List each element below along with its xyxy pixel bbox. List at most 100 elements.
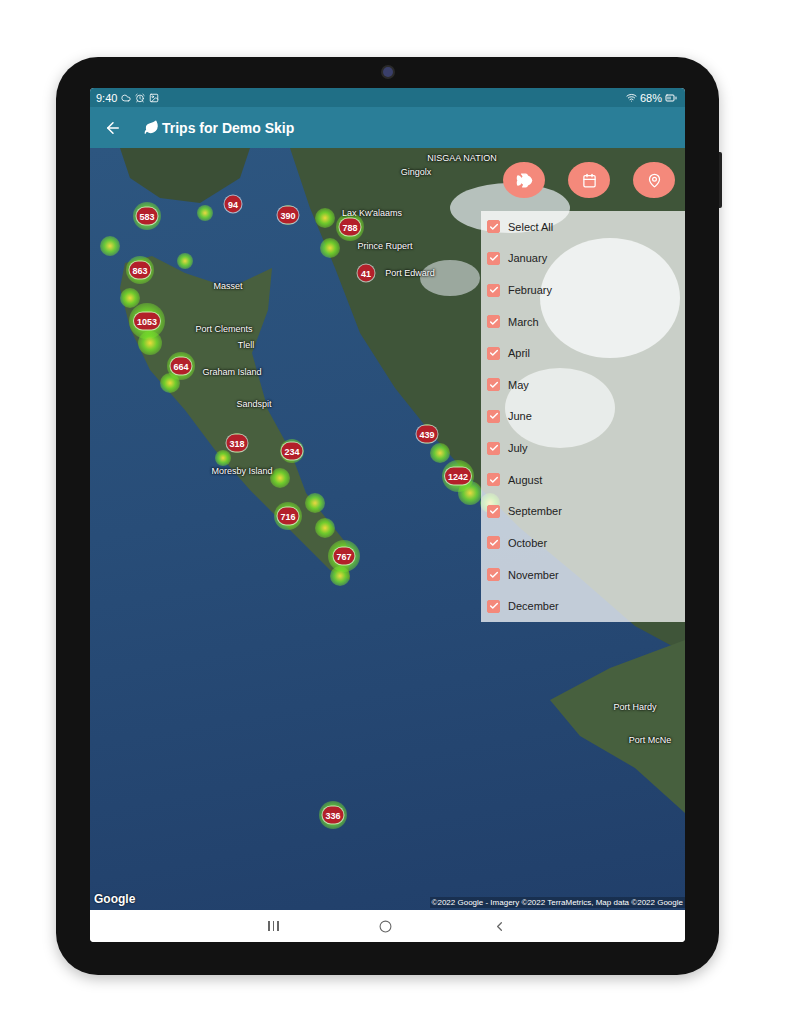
check-icon — [489, 222, 499, 232]
month-label: March — [508, 316, 539, 328]
map-attribution: ©2022 Google - Imagery ©2022 TerraMetric… — [430, 897, 685, 908]
status-bar: 9:4068% — [90, 88, 685, 107]
month-filter-row[interactable]: November — [481, 559, 685, 591]
checkbox[interactable] — [487, 315, 500, 328]
cluster-pin[interactable]: 41 — [358, 265, 375, 282]
place-label: Port Edward — [385, 268, 435, 278]
cluster-pin[interactable]: 767 — [333, 548, 354, 565]
check-icon — [489, 475, 499, 485]
back-icon[interactable] — [492, 919, 507, 934]
cluster-pin[interactable]: 788 — [339, 219, 360, 236]
cluster-pin[interactable]: 583 — [136, 208, 157, 225]
status-right: 68% — [626, 92, 677, 104]
home-icon[interactable] — [379, 920, 392, 933]
month-filter-row[interactable]: April — [481, 337, 685, 369]
checkbox[interactable] — [487, 284, 500, 297]
checkbox[interactable] — [487, 252, 500, 265]
check-icon — [489, 570, 499, 580]
month-filter-row[interactable]: July — [481, 432, 685, 464]
google-logo: Google — [94, 892, 135, 906]
month-filter-panel: Select All JanuaryFebruary March April May Ju… — [481, 211, 685, 622]
place-label: Moresby Island — [211, 466, 272, 476]
month-filter-row[interactable]: Select All — [481, 211, 685, 243]
month-label: December — [508, 600, 559, 612]
location-pin-icon — [647, 173, 662, 188]
checkbox[interactable] — [487, 505, 500, 518]
image-icon — [149, 93, 159, 103]
cluster-pin[interactable]: 863 — [129, 262, 150, 279]
cluster-pin[interactable]: 1242 — [445, 468, 471, 485]
month-filter-row[interactable]: October — [481, 527, 685, 559]
place-label: Graham Island — [202, 367, 261, 377]
action-buttons — [503, 162, 675, 198]
checkbox[interactable] — [487, 568, 500, 581]
month-label: May — [508, 379, 529, 391]
location-filter-button[interactable] — [633, 162, 675, 198]
checkbox[interactable] — [487, 442, 500, 455]
haida-gwaii — [120, 256, 350, 580]
back-arrow-icon[interactable] — [104, 119, 122, 137]
leaf-icon — [144, 120, 159, 135]
cluster-pin[interactable]: 390 — [277, 207, 298, 224]
title-group: Trips for Demo Skip — [144, 120, 294, 136]
heat-spot — [270, 468, 290, 488]
tablet-frame: 9:4068% Trips for Demo Skip NISGAA NATIONG… — [56, 57, 719, 975]
map[interactable]: NISGAA NATIONGingolxLax Kw'alaamsPrince … — [90, 148, 685, 910]
month-filter-row[interactable]: May — [481, 369, 685, 401]
cloud-icon — [121, 93, 131, 103]
heat-spot — [100, 236, 120, 256]
place-label: Port Clements — [195, 324, 252, 334]
checkbox[interactable] — [487, 220, 500, 233]
place-label: Port Hardy — [613, 702, 656, 712]
heat-spot — [197, 205, 213, 221]
cluster-pin[interactable]: 336 — [322, 807, 343, 824]
check-icon — [489, 411, 499, 421]
month-label: August — [508, 474, 542, 486]
checkbox[interactable] — [487, 378, 500, 391]
cluster-pin[interactable]: 664 — [170, 358, 191, 375]
checkbox[interactable] — [487, 410, 500, 423]
heat-spot — [138, 331, 162, 355]
month-filter-row[interactable]: March — [481, 306, 685, 338]
check-icon — [489, 253, 499, 263]
month-filter-row[interactable]: September — [481, 495, 685, 527]
month-filter-row[interactable]: December — [481, 590, 685, 622]
cluster-pin[interactable]: 1053 — [134, 313, 160, 330]
place-label: Gingolx — [401, 167, 432, 177]
cluster-pin[interactable]: 234 — [281, 443, 302, 460]
checkbox[interactable] — [487, 347, 500, 360]
month-filter-row[interactable]: June — [481, 401, 685, 433]
heat-spot — [305, 493, 325, 513]
checkbox[interactable] — [487, 473, 500, 486]
check-icon — [489, 506, 499, 516]
month-filter-row[interactable]: January — [481, 243, 685, 275]
wifi-icon — [626, 92, 637, 103]
cluster-pin[interactable]: 716 — [277, 508, 298, 525]
cluster-pin[interactable]: 439 — [416, 426, 437, 443]
heat-spot — [458, 481, 482, 505]
check-icon — [489, 317, 499, 327]
heat-spot — [160, 373, 180, 393]
alarm-icon — [135, 93, 145, 103]
month-filter-row[interactable]: February — [481, 274, 685, 306]
month-label: July — [508, 442, 528, 454]
place-label: Tlell — [238, 340, 255, 350]
species-filter-button[interactable] — [503, 162, 545, 198]
checkbox[interactable] — [487, 536, 500, 549]
snow-field — [420, 260, 480, 296]
side-key — [719, 152, 722, 208]
checkbox[interactable] — [487, 600, 500, 613]
cluster-pin[interactable]: 94 — [225, 196, 242, 213]
heat-spot — [315, 518, 335, 538]
cluster-pin[interactable]: 318 — [226, 435, 247, 452]
battery-level: 68% — [640, 92, 662, 104]
place-label: Port McNe — [629, 735, 672, 745]
check-icon — [489, 538, 499, 548]
month-filter-button[interactable] — [568, 162, 610, 198]
month-label: Select All — [508, 221, 553, 233]
month-filter-row[interactable]: August — [481, 464, 685, 496]
place-label: Sandspit — [236, 399, 271, 409]
month-label: October — [508, 537, 547, 549]
check-icon — [489, 285, 499, 295]
recent-apps-icon[interactable] — [268, 921, 279, 931]
